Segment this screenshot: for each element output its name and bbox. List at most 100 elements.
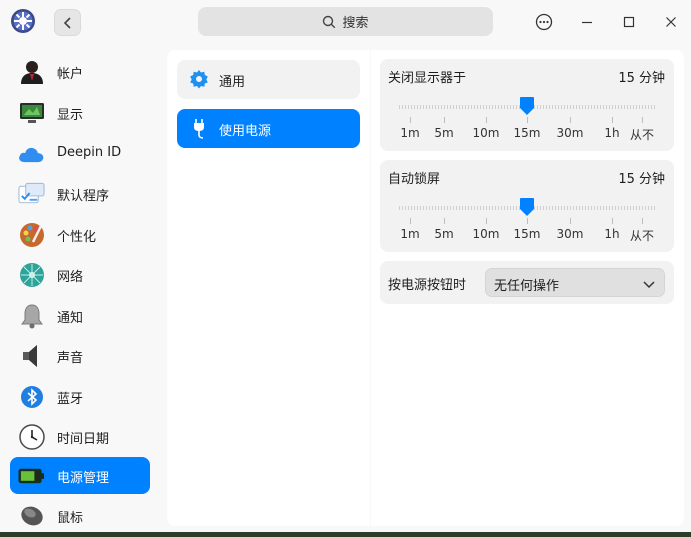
tick — [486, 218, 487, 224]
bluetooth-icon — [18, 383, 45, 410]
sidebar-item-mouse[interactable]: 鼠标 — [10, 497, 150, 532]
maximize-button[interactable] — [618, 11, 640, 33]
sidebar-item-label: 时间日期 — [57, 432, 110, 447]
minimize-icon — [582, 21, 592, 24]
tick-label: 15m — [513, 227, 541, 241]
sidebar-item-personalization[interactable]: 个性化 — [10, 216, 150, 253]
power-button-card: 按电源按钮时 无任何操作 — [380, 261, 674, 304]
sidebar-item-label: 网络 — [57, 270, 84, 285]
tick-label: 1m — [400, 126, 420, 140]
close-icon — [666, 17, 676, 27]
power-button-select[interactable]: 无任何操作 — [485, 268, 665, 297]
display-icon — [18, 99, 45, 126]
gear-icon — [189, 69, 209, 89]
sidebar-item-bluetooth[interactable]: 蓝牙 — [10, 378, 150, 415]
sidebar-item-label: 帐户 — [57, 67, 84, 82]
app-logo-icon — [10, 8, 36, 34]
tick — [612, 218, 613, 224]
sidebar-item-display[interactable]: 显示 — [10, 94, 150, 131]
sidebar-item-default-apps[interactable]: 默认程序 — [10, 175, 150, 212]
personalization-icon — [18, 221, 45, 248]
tick-label: 10m — [472, 126, 500, 140]
tick — [612, 117, 613, 123]
tick-label: 从不 — [629, 128, 655, 142]
sidebar-item-datetime[interactable]: 时间日期 — [10, 418, 150, 455]
sidebar-item-label: 鼠标 — [57, 511, 84, 526]
sidebar-item-label: 默认程序 — [57, 189, 110, 204]
tick — [410, 117, 411, 123]
search-placeholder: 搜索 — [342, 16, 369, 31]
tick-label: 1h — [604, 126, 620, 140]
tick-label: 从不 — [629, 229, 655, 243]
chevron-left-icon — [63, 16, 71, 29]
sidebar-item-network[interactable]: 网络 — [10, 256, 150, 293]
tick — [527, 117, 528, 123]
tick-label: 5m — [434, 227, 454, 241]
clock-icon — [18, 423, 45, 450]
tick — [570, 117, 571, 123]
tick-label: 10m — [472, 227, 500, 241]
power-button-title: 按电源按钮时 — [388, 278, 467, 293]
more-options-button[interactable] — [533, 11, 555, 33]
auto-lock-title: 自动锁屏 — [388, 172, 441, 187]
sidebar-item-notification[interactable]: 通知 — [10, 297, 150, 334]
tab-general[interactable]: 通用 — [177, 60, 360, 99]
tick-label: 1m — [400, 227, 420, 241]
tick — [444, 218, 445, 224]
more-icon — [535, 13, 553, 31]
tick-label: 5m — [434, 126, 454, 140]
titlebar: 搜索 — [0, 0, 691, 44]
sidebar: 帐户 显示 Deepin ID 默认程序 个性化 网络 通知 声音 蓝牙 时间日… — [0, 50, 160, 532]
monitor-off-value: 15 分钟 — [618, 71, 665, 86]
sidebar-item-label: Deepin ID — [57, 145, 122, 160]
tab-on-power-label: 使用电源 — [219, 124, 272, 139]
maximize-icon — [623, 16, 635, 28]
tick — [570, 218, 571, 224]
tab-general-label: 通用 — [219, 75, 246, 90]
sidebar-item-account[interactable]: 帐户 — [10, 53, 150, 90]
tick-label: 30m — [556, 126, 584, 140]
minimize-button[interactable] — [576, 11, 598, 33]
tick-label: 15m — [513, 126, 541, 140]
network-icon — [18, 261, 45, 288]
search-icon — [323, 15, 336, 28]
tick — [642, 218, 643, 224]
auto-lock-ticks: 1m 5m 10m 15m 30m 1h 从不 — [399, 196, 655, 246]
tick-label: 30m — [556, 227, 584, 241]
auto-lock-value: 15 分钟 — [618, 172, 665, 187]
sidebar-item-label: 通知 — [57, 311, 84, 326]
close-button[interactable] — [660, 11, 682, 33]
power-settings-panel: 关闭显示器于 15 分钟 1m 5m 10m 15m 30m 1h 从不 自动锁… — [371, 50, 684, 526]
cloud-icon — [18, 140, 45, 167]
sidebar-item-deepin-id[interactable]: Deepin ID — [10, 135, 150, 172]
tick — [486, 117, 487, 123]
sidebar-item-sound[interactable]: 声音 — [10, 337, 150, 374]
search-input[interactable]: 搜索 — [198, 7, 493, 36]
mouse-icon — [18, 502, 45, 529]
sidebar-item-label: 声音 — [57, 351, 84, 366]
sidebar-item-label: 显示 — [57, 108, 84, 123]
account-icon — [18, 58, 45, 85]
sidebar-item-label: 蓝牙 — [57, 392, 84, 407]
back-button[interactable] — [54, 9, 81, 36]
sidebar-item-label: 个性化 — [57, 230, 97, 245]
auto-lock-card: 自动锁屏 15 分钟 1m 5m 10m 15m 30m 1h 从不 — [380, 160, 674, 252]
battery-icon — [18, 462, 45, 489]
sidebar-item-label: 电源管理 — [57, 471, 110, 486]
tick-label: 1h — [604, 227, 620, 241]
tick — [527, 218, 528, 224]
monitor-off-title: 关闭显示器于 — [388, 71, 467, 86]
tick — [444, 117, 445, 123]
control-center-window: 搜索 帐户 显示 Deepin ID 默认程序 个性化 网络 通知 声音 蓝牙 … — [0, 0, 691, 532]
power-button-select-value: 无任何操作 — [494, 279, 560, 294]
power-submenu: 通用 使用电源 — [167, 50, 370, 526]
power-plug-icon — [189, 118, 209, 139]
tab-on-power[interactable]: 使用电源 — [177, 109, 360, 148]
tick — [642, 117, 643, 123]
monitor-off-card: 关闭显示器于 15 分钟 1m 5m 10m 15m 30m 1h 从不 — [380, 59, 674, 151]
speaker-icon — [18, 342, 45, 369]
bell-icon — [18, 302, 45, 329]
monitor-off-ticks: 1m 5m 10m 15m 30m 1h 从不 — [399, 95, 655, 145]
sidebar-item-power[interactable]: 电源管理 — [10, 457, 150, 494]
default-apps-icon — [18, 180, 45, 207]
